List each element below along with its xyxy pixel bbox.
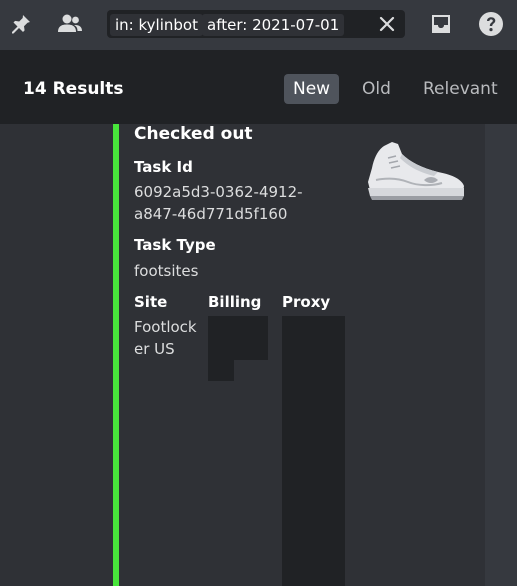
close-icon[interactable] <box>377 14 397 34</box>
field-site-name: Site <box>134 293 168 311</box>
field-site-value-2: er US <box>134 340 175 358</box>
filter-in-value: kylinbot <box>138 16 198 34</box>
channel-header: in: kylinbot after: 2021-07-01 <box>0 0 517 50</box>
search-filter-in[interactable]: in: kylinbot <box>110 14 203 36</box>
field-task-id-value-1: 6092a5d3-0362-4912- <box>134 183 303 201</box>
filter-after-key: after: <box>207 16 248 34</box>
results-scroll-area <box>485 124 517 586</box>
field-task-type-value: footsites <box>134 262 199 280</box>
field-task-type-name: Task Type <box>134 236 216 254</box>
field-site-value-1: Footlock <box>134 318 197 336</box>
filter-in-key: in: <box>115 16 134 34</box>
billing-redacted <box>208 316 268 360</box>
search-result-message[interactable] <box>24 124 116 586</box>
field-task-id-name: Task Id <box>134 158 193 176</box>
members-icon[interactable] <box>55 9 85 39</box>
embed-accent-bar <box>113 124 119 586</box>
search-filter-after[interactable]: after: 2021-07-01 <box>202 14 345 36</box>
help-icon[interactable] <box>476 9 506 39</box>
billing-redacted-2 <box>208 358 234 381</box>
sort-tab-relevant[interactable]: Relevant <box>414 74 507 104</box>
sort-tab-old[interactable]: Old <box>353 74 400 104</box>
field-task-id-value-2: a847-46d771d5f160 <box>134 205 288 223</box>
pin-icon[interactable] <box>6 9 36 39</box>
results-gutter <box>0 124 24 586</box>
inbox-icon[interactable] <box>426 9 456 39</box>
field-proxy-name: Proxy <box>282 293 331 311</box>
sort-tab-new[interactable]: New <box>284 74 340 104</box>
embed-title: Checked out <box>134 124 253 144</box>
proxy-redacted <box>282 316 345 586</box>
filter-after-value: 2021-07-01 <box>252 16 340 34</box>
field-billing-name: Billing <box>208 293 262 311</box>
sneaker-image[interactable] <box>362 136 472 206</box>
results-count: 14 Results <box>23 79 124 99</box>
search-input[interactable]: in: kylinbot after: 2021-07-01 <box>107 10 405 38</box>
